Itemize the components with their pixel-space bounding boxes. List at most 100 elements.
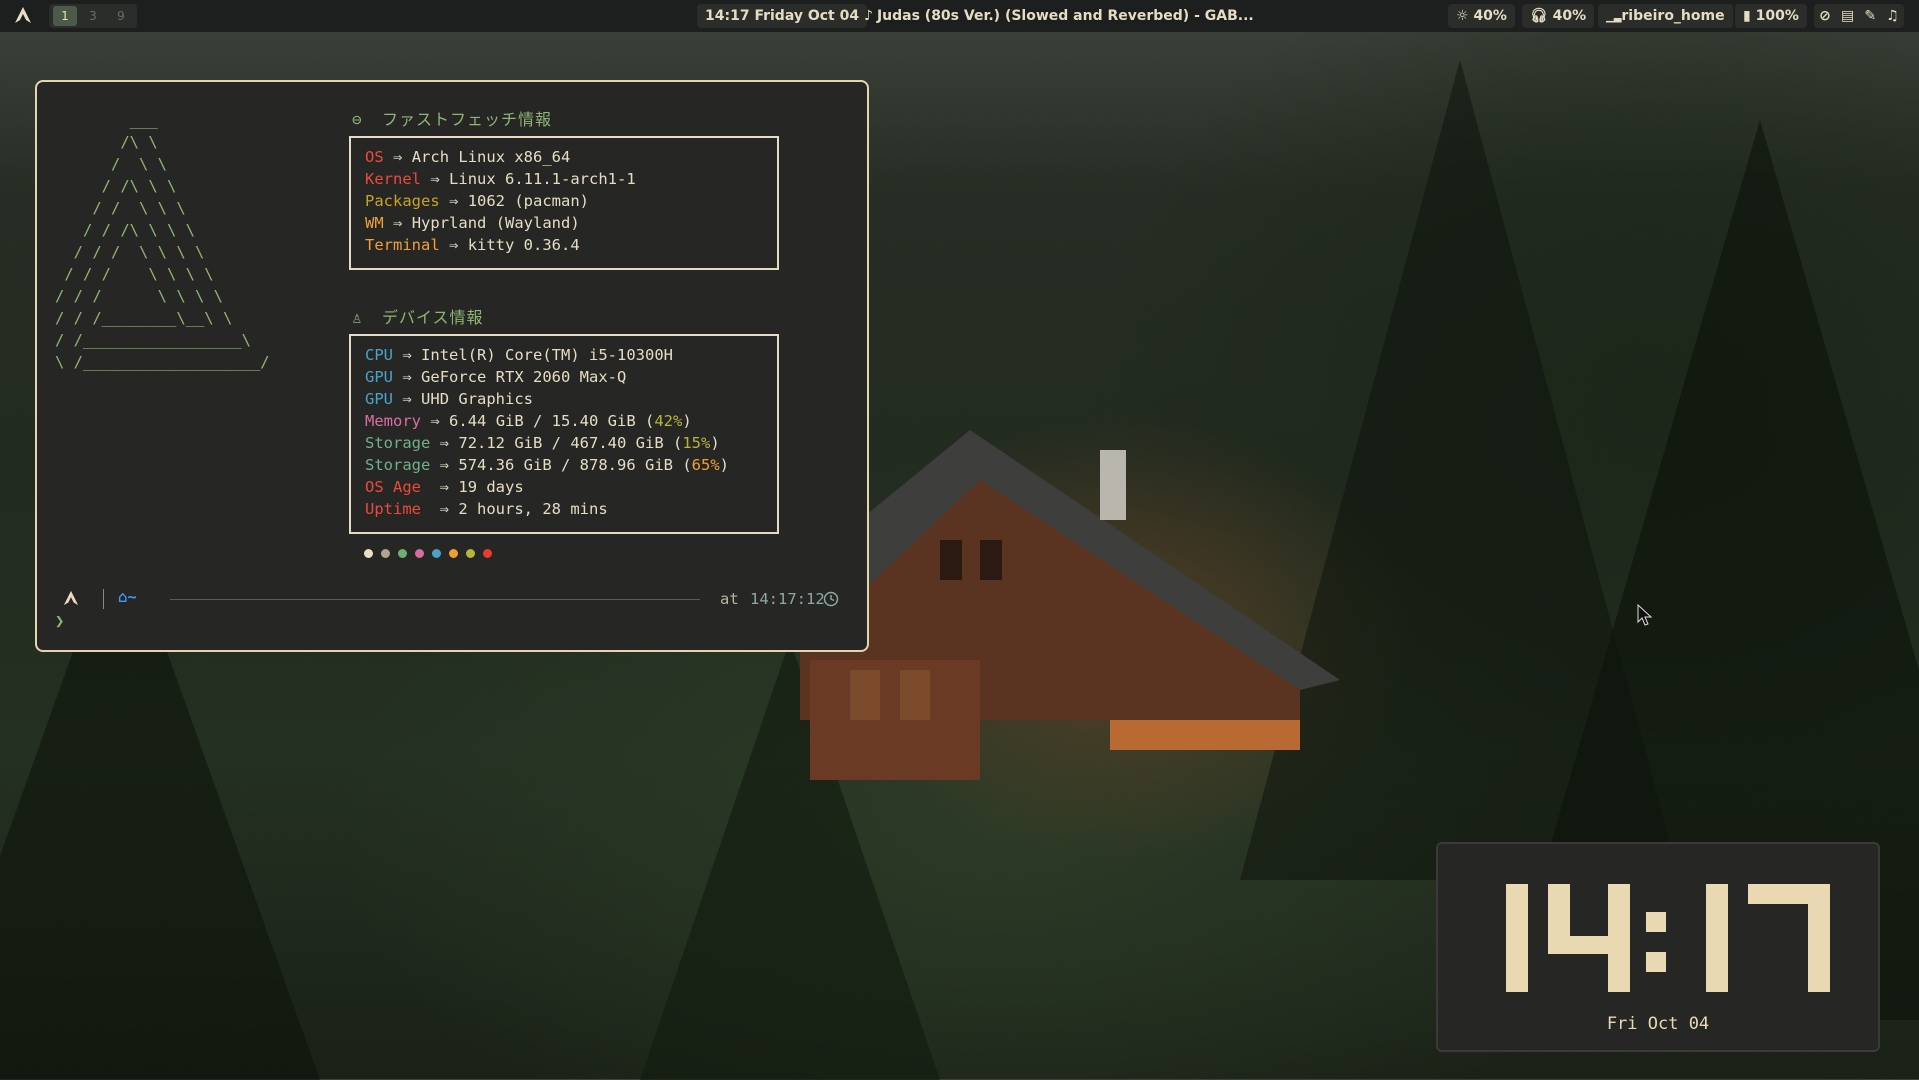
palette-dot [449, 549, 458, 558]
section-title-device: ♙ デバイス情報 [352, 308, 484, 327]
time-colon [1646, 912, 1666, 972]
info-label: Packages [365, 192, 440, 210]
workspace-3[interactable]: 3 [81, 6, 105, 26]
info-value: Arch Linux x86_64 [411, 148, 571, 166]
info-value: kitty 0.36.4 [467, 236, 580, 254]
clipboard-icon[interactable]: ▤ [1841, 4, 1854, 28]
arrow-left-circle-icon: ⊖ [352, 110, 363, 129]
info-label: GPU [365, 390, 393, 408]
tray-icons: ⊘ ▤ ✎ ♫ [1814, 4, 1904, 28]
arrow-separator: ⇒ [449, 236, 459, 254]
info-label: Storage [365, 456, 431, 474]
info-row: Packages ⇒ 1062 (pacman) [351, 190, 777, 212]
info-label: Uptime [365, 500, 431, 518]
info-label: WM [365, 214, 384, 232]
battery-value: 100% [1755, 8, 1799, 24]
arrow-separator: ⇒ [439, 500, 450, 518]
info-label: OS Age [365, 478, 431, 496]
info-value: 2 hours, 28 mins [458, 500, 608, 518]
clock-digits [1506, 884, 1830, 992]
info-label: GPU [365, 368, 393, 386]
digit-4 [1548, 884, 1630, 992]
prompt-at-label: at [720, 590, 739, 608]
info-label: Terminal [365, 236, 440, 254]
info-value: 72.12 GiB / 467.40 GiB ( [458, 434, 683, 452]
info-label: OS [365, 148, 384, 166]
palette-dot [398, 549, 407, 558]
clock-datetime[interactable]: 14:17 Friday Oct 04 [697, 4, 868, 28]
pen-icon[interactable]: ✎ [1864, 4, 1876, 28]
brightness-indicator[interactable]: ☼ 40% [1448, 4, 1515, 28]
color-palette [364, 549, 492, 558]
info-row: GPU ⇒ GeForce RTX 2060 Max-Q [351, 366, 777, 388]
info-row: OS Age ⇒ 19 days [351, 476, 777, 498]
arrow-separator: ⇒ [402, 390, 412, 408]
info-value: UHD Graphics [421, 390, 534, 408]
home-directory: ⌂~ [118, 588, 137, 606]
clock-icon [823, 591, 839, 607]
info-value: Linux 6.11.1-arch1-1 [449, 170, 636, 188]
clock-widget: Fri Oct 04 [1436, 842, 1880, 1052]
info-value-tail: ) [719, 456, 729, 474]
info-value: 1062 (pacman) [467, 192, 590, 210]
arrow-separator: ⇒ [393, 148, 403, 166]
info-value-tail: ) [710, 434, 720, 452]
prompt-time: 14:17:12 [750, 590, 825, 608]
info-row: CPU ⇒ Intel(R) Core(TM) i5-10300H [351, 344, 777, 366]
info-value: Intel(R) Core(TM) i5-10300H [421, 346, 673, 364]
digit-1b [1706, 884, 1728, 992]
workspace-1[interactable]: 1 [53, 6, 77, 26]
section-title-fastfetch: ⊖ ファストフェッチ情報 [352, 110, 553, 129]
arrow-separator: ⇒ [402, 368, 412, 386]
device-info-box: CPU ⇒ Intel(R) Core(TM) i5-10300H GPU ⇒ G… [349, 334, 779, 534]
info-label: Storage [365, 434, 431, 452]
palette-dot [432, 549, 441, 558]
info-value: 574.36 GiB / 878.96 GiB ( [458, 456, 692, 474]
eye-off-icon[interactable]: ⊘ [1819, 4, 1831, 28]
digit-1 [1506, 884, 1528, 992]
bell-icon[interactable]: ♫ [1886, 4, 1899, 28]
workspace-9[interactable]: 9 [109, 6, 133, 26]
arrow-separator: ⇒ [393, 214, 403, 232]
digit-7 [1748, 884, 1830, 992]
shell-prompt: ⌂~ at 14:17:12 [53, 585, 853, 615]
palette-dot [483, 549, 492, 558]
home-icon: ⌂ [118, 588, 128, 606]
palette-dot [415, 549, 424, 558]
arrow-separator: ⇒ [449, 192, 459, 210]
info-row: Storage ⇒ 72.12 GiB / 467.40 GiB (15%) [351, 432, 777, 454]
prompt-cursor[interactable]: ❯ [55, 612, 64, 630]
arch-logo-icon[interactable] [14, 6, 32, 24]
arch-logo-icon [63, 590, 79, 606]
prompt-separator [103, 589, 104, 609]
palette-dot [364, 549, 373, 558]
now-playing-title: Judas (80s Ver.) (Slowed and Reverbed) -… [876, 8, 1254, 24]
info-value: 19 days [458, 478, 524, 496]
network-indicator[interactable]: ▁▃ribeiro_home [1598, 4, 1733, 28]
battery-indicator[interactable]: ▮ 100% [1735, 4, 1807, 28]
arrow-separator: ⇒ [430, 170, 440, 188]
media-player[interactable]: ♪ Judas (80s Ver.) (Slowed and Reverbed) … [858, 4, 1262, 28]
mouse-pointer-icon [1637, 604, 1653, 626]
info-value: Hyprland (Wayland) [411, 214, 580, 232]
info-row: Storage ⇒ 574.36 GiB / 878.96 GiB (65%) [351, 454, 777, 476]
arrow-separator: ⇒ [439, 478, 450, 496]
usage-percent: 15% [682, 434, 711, 452]
volume-value: 40% [1552, 8, 1587, 24]
usage-percent: 42% [654, 412, 683, 430]
top-bar: 1 3 9 14:17 Friday Oct 04 ♪ Judas (80s Ve… [0, 0, 1919, 32]
network-name: ribeiro_home [1621, 8, 1725, 24]
arch-ascii-logo: ___ /\ \ / \ \ / /\ \ \ / / \ \ \ / / /\… [55, 111, 270, 371]
music-note-icon: ♪ [864, 8, 873, 24]
software-info-box: OS ⇒ Arch Linux x86_64 Kernel ⇒ Linux 6.1… [349, 136, 779, 270]
headphones-icon: 🎧︎ [1530, 8, 1548, 24]
brightness-icon: ☼ [1456, 8, 1469, 24]
terminal-window[interactable]: ___ /\ \ / \ \ / /\ \ \ / / \ \ \ / / /\… [35, 80, 869, 652]
info-row: WM ⇒ Hyprland (Wayland) [351, 212, 777, 234]
info-row: Kernel ⇒ Linux 6.11.1-arch1-1 [351, 168, 777, 190]
info-row: OS ⇒ Arch Linux x86_64 [351, 146, 777, 168]
arrow-separator: ⇒ [439, 456, 450, 474]
usage-percent: 65% [691, 456, 720, 474]
volume-indicator[interactable]: 🎧︎ 40% [1522, 4, 1595, 28]
prompt-filler-line [170, 599, 700, 600]
